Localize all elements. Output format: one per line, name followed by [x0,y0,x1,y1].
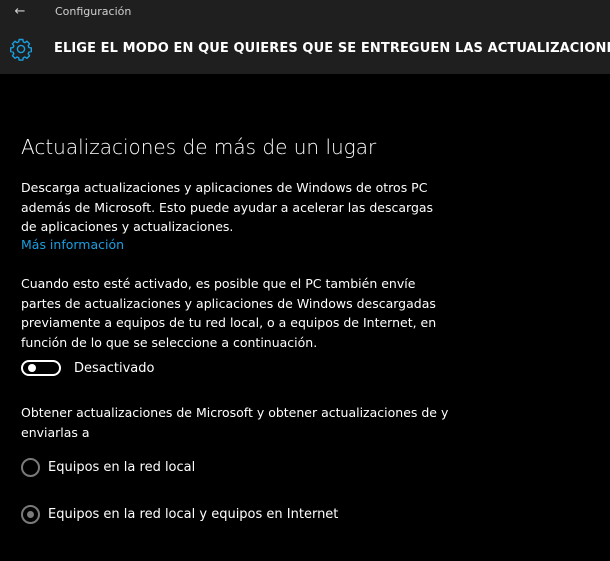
section-title: Actualizaciones de más de un lugar [21,135,377,159]
activation-note-text: Cuando esto esté activado, es posible qu… [21,276,437,350]
window-title: Configuración [55,5,132,18]
more-info-link[interactable]: Más información [21,235,124,254]
toggle-knob [28,364,36,372]
back-arrow-icon: ← [14,4,26,19]
back-button[interactable]: ← [10,3,30,21]
delivery-optimization-toggle[interactable] [21,360,61,376]
gear-icon [10,38,32,61]
obtain-updates-label: Obtener actualizaciones de Microsoft y o… [21,405,449,440]
radio-selected-dot [27,511,34,518]
toggle-state-label: Desactivado [74,361,155,376]
description-text: Descarga actualizaciones y aplicaciones … [21,180,434,234]
radio-label-local-and-internet[interactable]: Equipos en la red local y equipos en Int… [48,505,338,524]
radio-label-local-network[interactable]: Equipos en la red local [48,458,195,477]
radio-local-and-internet[interactable] [21,505,40,524]
radio-local-network[interactable] [21,458,40,477]
title-bar: ← Configuración [0,0,610,24]
page-heading: ELIGE EL MODO EN QUE QUIERES QUE SE ENTR… [54,41,610,56]
page-header: ELIGE EL MODO EN QUE QUIERES QUE SE ENTR… [0,24,610,74]
